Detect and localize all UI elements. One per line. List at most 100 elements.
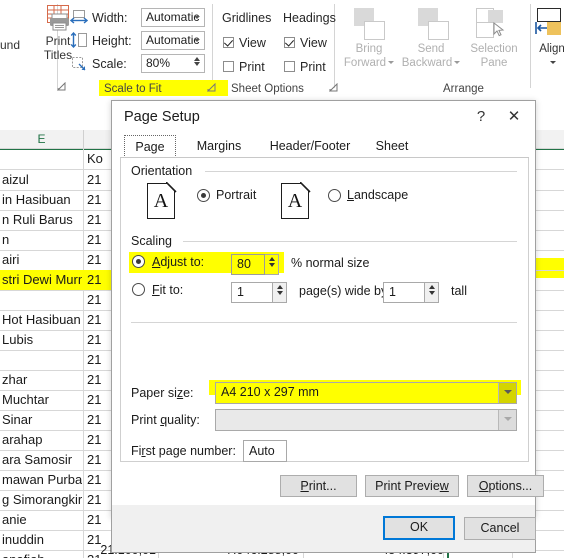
scale-to-fit-dialog-launcher[interactable]	[206, 82, 216, 92]
dialog-tabs[interactable]: Page Margins Header/Footer Sheet	[112, 135, 535, 158]
arrange-group-label: Arrange	[443, 83, 484, 95]
tab-margins[interactable]: Margins	[185, 135, 253, 158]
adjust-to-suffix: % normal size	[291, 256, 370, 270]
adjust-to-input[interactable]: 80	[231, 254, 265, 275]
cell-e[interactable]: airi	[0, 250, 82, 270]
bring-forward-label-1: Bring	[355, 43, 383, 55]
first-page-number-input[interactable]: Auto	[243, 440, 287, 462]
paper-size-dropdown-arrow[interactable]	[498, 383, 516, 403]
headings-print-checkbox[interactable]: Print	[284, 60, 326, 74]
paper-size-combo[interactable]: A4 210 x 297 mm	[215, 382, 517, 404]
cell-e[interactable]: anie	[0, 510, 82, 530]
chevron-down-icon	[454, 61, 461, 64]
cell-e[interactable]: Muchtar	[0, 390, 82, 410]
cell-e[interactable]: g Simorangkir	[0, 490, 82, 510]
summary-cell-label[interactable]	[0, 543, 83, 558]
gridlines-view-checkbox[interactable]: View	[223, 36, 266, 50]
cancel-button[interactable]: Cancel	[464, 517, 536, 540]
landscape-radio[interactable]	[328, 189, 341, 202]
cell-e[interactable]: Hot Hasibuan	[0, 310, 82, 330]
adjust-to-radio[interactable]	[132, 255, 145, 268]
cell-e[interactable]: zhar	[0, 370, 82, 390]
chevron-down-icon	[388, 61, 395, 64]
headings-view-label: View	[300, 36, 327, 50]
scale-label: Scale:	[92, 57, 127, 71]
fit-to-middle-text: page(s) wide by	[299, 284, 388, 298]
cell-e[interactable]: stri Dewi Murni	[0, 270, 82, 290]
column-header-e[interactable]: E	[0, 130, 84, 148]
first-page-number-label: First page number:	[131, 444, 236, 458]
adjust-to-label: Adjust to:	[152, 255, 205, 269]
scale-spinner-arrows[interactable]	[192, 56, 202, 72]
options-button[interactable]: Options...	[467, 475, 544, 497]
portrait-radio[interactable]	[197, 189, 210, 202]
scale-width-dropdown[interactable]: Automatic	[141, 8, 205, 27]
chevron-down-icon	[194, 39, 200, 42]
portrait-label: Portrait	[216, 188, 257, 202]
checkbox-icon	[223, 61, 234, 72]
help-icon[interactable]: ?	[471, 107, 491, 127]
cell-e[interactable]: n Ruli Barus	[0, 210, 82, 230]
scale-value: 80%	[146, 56, 171, 70]
scale-height-label: Height:	[92, 34, 132, 48]
scale-width-label: Width:	[92, 11, 128, 25]
page-width-icon	[69, 9, 89, 25]
send-backward-label-2: Backward	[401, 57, 453, 69]
ok-button[interactable]: OK	[383, 516, 455, 540]
page-setup-dialog[interactable]: Page Setup ? ✕ Page Margins Header/Foote…	[111, 100, 544, 518]
page-fold-icon	[166, 182, 177, 193]
align-button[interactable]: Align	[521, 42, 564, 70]
print-quality-label: Print quality:	[131, 413, 200, 427]
tab-sheet[interactable]: Sheet	[366, 135, 418, 158]
chevron-down-icon[interactable]	[550, 61, 556, 64]
cell-e[interactable]	[0, 290, 82, 310]
headings-print-label: Print	[300, 60, 326, 74]
tab-page[interactable]: Page	[124, 135, 176, 158]
fit-to-wide-spinner[interactable]	[273, 282, 287, 303]
orientation-group-label: Orientation	[131, 164, 198, 178]
cell-e[interactable]: ara Samosir	[0, 450, 82, 470]
print-quality-dropdown-arrow	[498, 410, 516, 430]
page-fold-icon	[300, 182, 311, 193]
fit-to-tall-input[interactable]: 1	[383, 282, 425, 303]
scaling-group-label: Scaling	[131, 234, 177, 248]
selection-pane-button[interactable]: Selection Pane	[463, 42, 525, 70]
close-icon[interactable]: ✕	[501, 107, 527, 127]
background-button-partial-label[interactable]: und	[0, 38, 20, 52]
cell-e[interactable]: arahap	[0, 430, 82, 450]
bring-forward-button[interactable]: Bring Forward	[338, 42, 400, 70]
gridlines-label: Gridlines	[222, 11, 272, 25]
scale-percent-icon	[70, 55, 88, 71]
cell-e[interactable]: Sinar	[0, 410, 82, 430]
scale-height-dropdown[interactable]: Automatic	[141, 31, 205, 50]
fit-to-radio[interactable]	[132, 283, 145, 296]
checkbox-icon	[223, 37, 234, 48]
adjust-to-spinner[interactable]	[265, 254, 279, 275]
fit-to-tall-spinner[interactable]	[425, 282, 439, 303]
scale-value-spinner[interactable]: 80%	[141, 54, 205, 73]
cell-f-header[interactable]: Ko	[84, 149, 103, 169]
excel-ribbon-page-layout: und Print Titles Width: Automatic Height…	[0, 0, 564, 97]
group-divider	[205, 171, 517, 172]
cell-e[interactable]: aizul	[0, 170, 82, 190]
sheet-options-group-label: Sheet Options	[231, 83, 304, 95]
dialog-title: Page Setup	[124, 109, 200, 125]
fit-to-wide-input[interactable]: 1	[231, 282, 273, 303]
print-button[interactable]: Print...	[280, 475, 357, 497]
print-preview-button[interactable]: Print Preview	[365, 475, 459, 497]
fit-to-suffix: tall	[451, 284, 467, 298]
send-backward-button[interactable]: Send Backward	[400, 42, 462, 70]
tab-header-footer[interactable]: Header/Footer	[258, 135, 362, 158]
cell-e[interactable]: in Hasibuan	[0, 190, 82, 210]
cell-e[interactable]: mawan Purba	[0, 470, 82, 490]
cell-e[interactable]	[0, 350, 82, 370]
cell-e[interactable]: Lubis	[0, 330, 82, 350]
headings-view-checkbox[interactable]: View	[284, 36, 327, 50]
group-divider	[131, 322, 517, 323]
checkbox-icon	[284, 61, 295, 72]
cell-e[interactable]: n	[0, 230, 82, 250]
ribbon-separator	[212, 4, 213, 88]
page-setup-dialog-launcher[interactable]	[56, 81, 66, 91]
sheet-options-dialog-launcher[interactable]	[328, 82, 338, 92]
gridlines-print-checkbox[interactable]: Print	[223, 60, 265, 74]
